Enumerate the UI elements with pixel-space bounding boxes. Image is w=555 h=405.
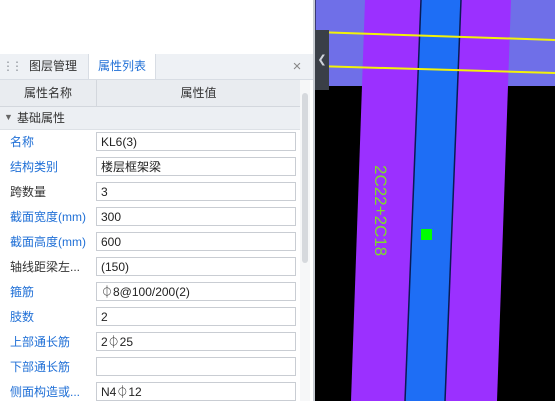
property-row[interactable]: 名称 KL6(3) <box>0 130 300 155</box>
scrollbar-thumb[interactable] <box>302 93 308 263</box>
property-value-field[interactable]: 2⏀25 <box>96 332 296 351</box>
property-name: 上部通长筋 <box>10 335 71 349</box>
header-property-value: 属性值 <box>180 86 217 100</box>
property-name: 名称 <box>10 135 35 149</box>
property-row[interactable]: 箍筋 ⏀8@100/200(2) <box>0 280 300 305</box>
property-value-field[interactable]: N4⏀12 <box>96 382 296 401</box>
panel-top-area <box>0 0 313 46</box>
property-row[interactable]: 肢数 2 <box>0 305 300 330</box>
property-value-field[interactable]: 楼层框架梁 <box>96 157 296 176</box>
tab-property-list[interactable]: 属性列表 <box>88 54 156 79</box>
property-value-field[interactable]: 600 <box>96 232 296 251</box>
header-property-name: 属性名称 <box>0 80 97 106</box>
collapse-triangle-icon[interactable]: ▼ <box>4 112 13 122</box>
property-name: 结构类别 <box>10 160 59 174</box>
property-value-field[interactable]: 2 <box>96 307 296 326</box>
property-name: 侧面构造或... <box>10 385 81 399</box>
property-name: 截面高度(mm) <box>10 235 86 249</box>
beam-drawing: 2C22+2C18 <box>315 0 555 401</box>
property-name: 箍筋 <box>10 285 35 299</box>
grip-point-marker <box>421 229 432 240</box>
property-row[interactable]: 跨数量 3 <box>0 180 300 205</box>
property-panel: ⋮⋮ 图层管理 属性列表 × 属性名称 属性值 ▼ 基础属性 名称 KL6(3) 结… <box>0 0 313 401</box>
table-header: 属性名称 属性值 <box>0 80 300 107</box>
group-basic-properties[interactable]: ▼ 基础属性 <box>0 107 300 130</box>
property-row[interactable]: 轴线距梁左... (150) <box>0 255 300 280</box>
tab-layer-management[interactable]: 图层管理 <box>18 54 88 79</box>
chevron-left-icon[interactable]: ❮ <box>315 30 329 90</box>
rebar-annotation[interactable]: 2C22+2C18 <box>371 165 390 256</box>
property-value-field[interactable]: ⏀8@100/200(2) <box>96 282 296 301</box>
property-value-field[interactable]: (150) <box>96 257 296 276</box>
property-value-field[interactable] <box>96 357 296 376</box>
panel-tabbar: ⋮⋮ 图层管理 属性列表 × <box>0 54 313 80</box>
property-row[interactable]: 结构类别 楼层框架梁 <box>0 155 300 180</box>
drawing-canvas[interactable]: 2C22+2C18 <box>315 0 555 401</box>
property-value-field[interactable]: KL6(3) <box>96 132 296 151</box>
property-value-field[interactable]: 300 <box>96 207 296 226</box>
drag-grip-icon[interactable]: ⋮⋮ <box>2 59 23 73</box>
property-name: 下部通长筋 <box>10 360 71 374</box>
property-name: 跨数量 <box>10 185 47 199</box>
group-label: 基础属性 <box>17 111 66 125</box>
property-row[interactable]: 侧面构造或... N4⏀12 <box>0 380 300 405</box>
property-row[interactable]: 上部通长筋 2⏀25 <box>0 330 300 355</box>
property-name: 截面宽度(mm) <box>10 210 86 224</box>
property-value-field[interactable]: 3 <box>96 182 296 201</box>
property-name: 轴线距梁左... <box>10 260 81 274</box>
close-icon[interactable]: × <box>288 54 306 79</box>
property-row[interactable]: 截面宽度(mm) 300 <box>0 205 300 230</box>
property-row[interactable]: 截面高度(mm) 600 <box>0 230 300 255</box>
property-row[interactable]: 下部通长筋 <box>0 355 300 380</box>
property-name: 肢数 <box>10 310 35 324</box>
